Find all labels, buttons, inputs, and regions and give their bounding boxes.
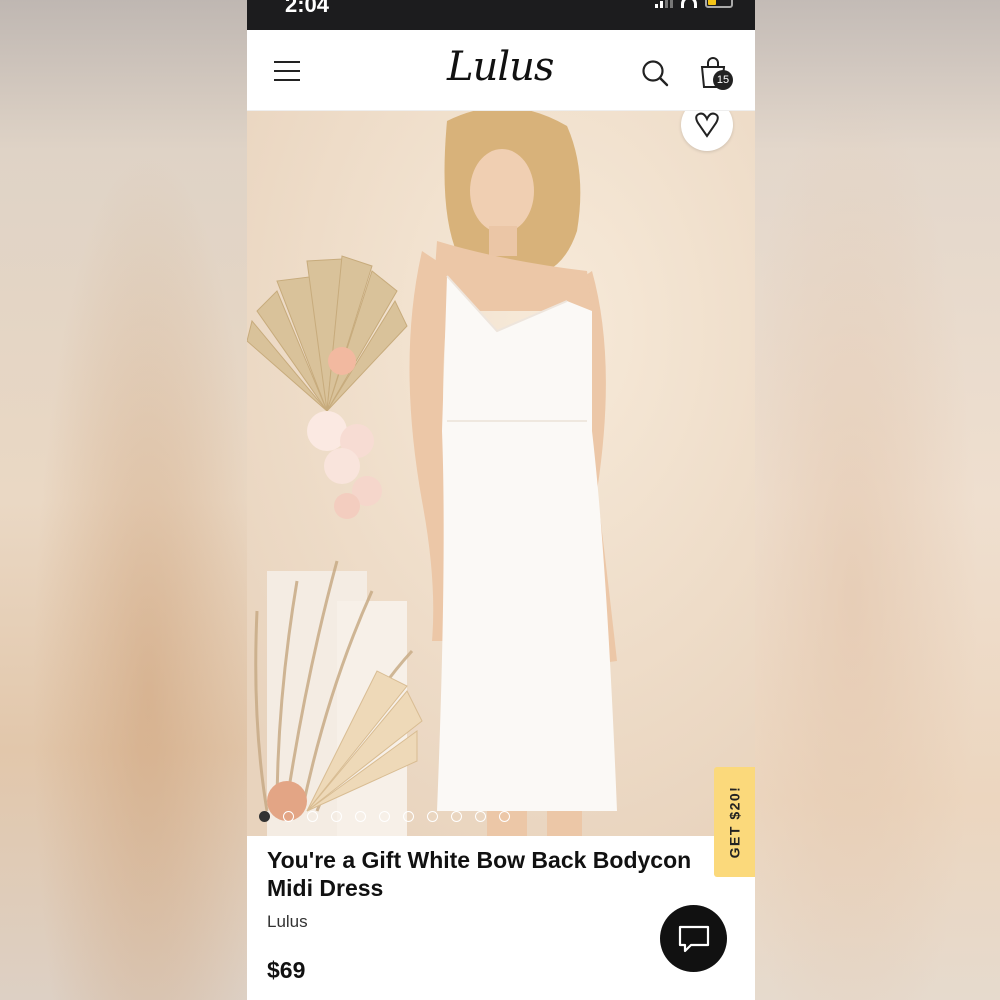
- gallery-dot[interactable]: [427, 811, 438, 822]
- gallery-dot[interactable]: [307, 811, 318, 822]
- gallery-dot[interactable]: [499, 811, 510, 822]
- gallery-dot[interactable]: [403, 811, 414, 822]
- signal-icon: [655, 0, 673, 8]
- gallery-dot[interactable]: [331, 811, 342, 822]
- menu-icon[interactable]: [274, 61, 300, 81]
- gallery-dot[interactable]: [259, 811, 270, 822]
- gallery-dot[interactable]: [283, 811, 294, 822]
- header-navbar: Lulus 15: [247, 30, 755, 111]
- phone-screen: 2:04 Lulus 15 GET $20! You're a Gift Whi…: [247, 0, 755, 1000]
- promo-label: GET $20!: [726, 785, 743, 859]
- brand-logo[interactable]: Lulus: [447, 44, 554, 90]
- background-blur-right: [755, 0, 1000, 1000]
- product-price: $69: [267, 957, 306, 983]
- gallery-dot[interactable]: [355, 811, 366, 822]
- search-icon[interactable]: [641, 59, 669, 87]
- wifi-icon: [681, 0, 697, 8]
- product-photo-illustration: [247, 111, 755, 836]
- status-icons: [655, 0, 733, 8]
- chat-icon: [678, 925, 709, 952]
- gallery-dot[interactable]: [475, 811, 486, 822]
- cart-count-badge: 15: [713, 70, 733, 90]
- product-image[interactable]: [247, 111, 755, 836]
- product-title: You're a Gift White Bow Back Bodycon Mid…: [267, 847, 692, 901]
- chat-button[interactable]: [660, 905, 727, 972]
- gallery-dot[interactable]: [451, 811, 462, 822]
- heart-icon: [695, 112, 719, 138]
- gallery-pagination: [259, 811, 510, 822]
- battery-icon: [705, 0, 733, 8]
- product-brand[interactable]: Lulus: [267, 912, 308, 932]
- gallery-dot[interactable]: [379, 811, 390, 822]
- status-time: 2:04: [285, 0, 330, 17]
- status-bar: 2:04: [247, 0, 755, 30]
- background-blur-left: [0, 0, 247, 1000]
